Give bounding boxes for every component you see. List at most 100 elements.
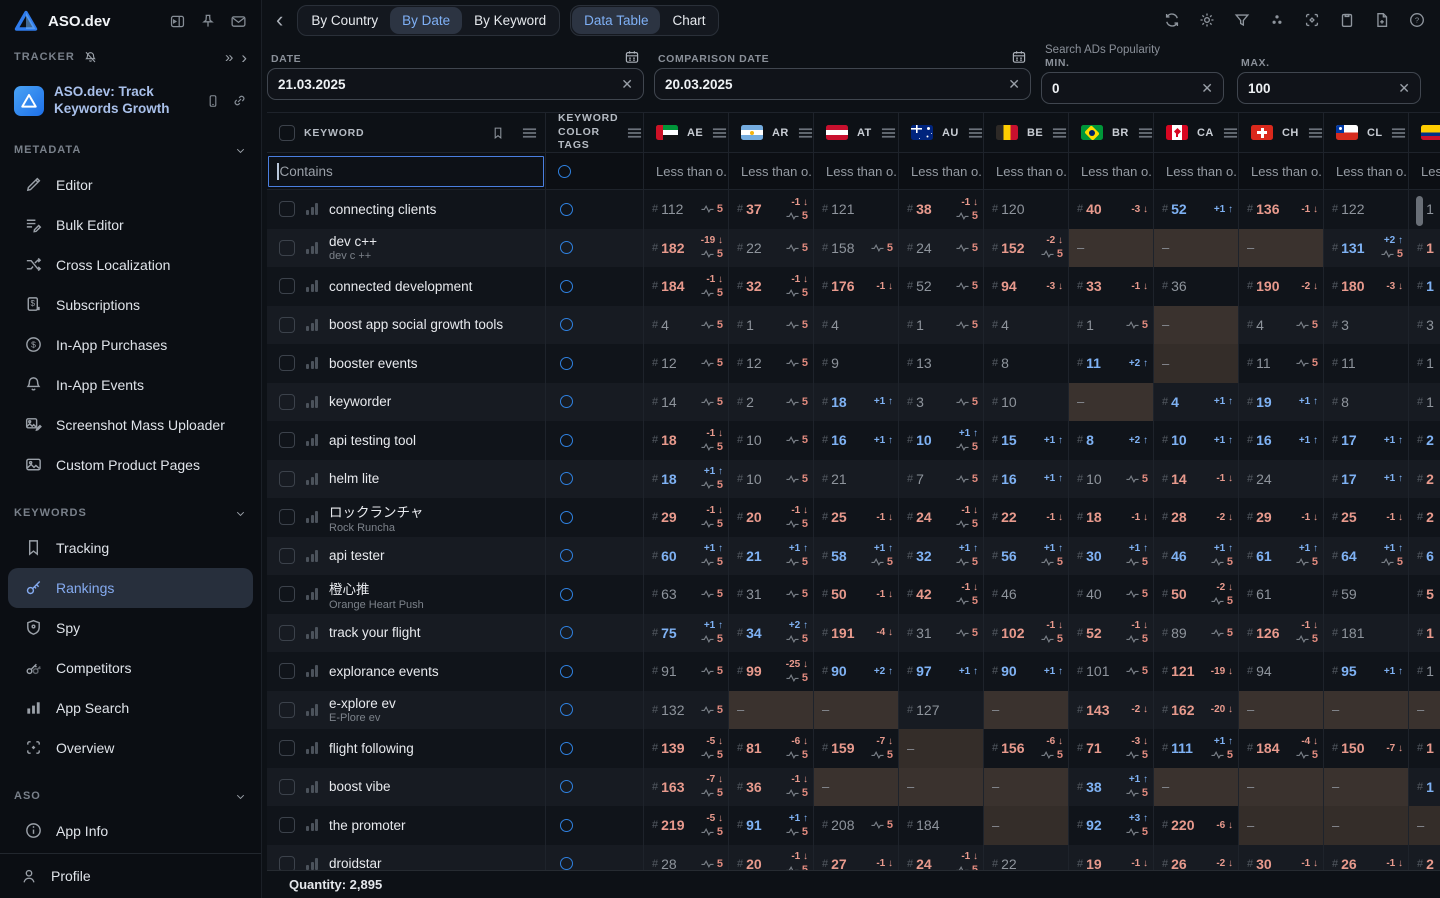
rank-cell-at[interactable]: #16+1 ↑ (814, 421, 899, 460)
rank-cell-ca[interactable]: #50-2 ↓5 (1154, 575, 1239, 614)
color-tag-circle[interactable] (560, 780, 573, 793)
rank-cell-ar[interactable]: #91+1 ↑5 (729, 806, 814, 845)
rank-cell-ar[interactable]: #25 (729, 383, 814, 422)
row-checkbox[interactable] (279, 625, 295, 641)
collapse-sidebar-icon[interactable] (169, 13, 186, 30)
sap-max-input[interactable]: 100 ✕ (1237, 72, 1421, 104)
rank-cell-ae[interactable]: #915 (644, 652, 729, 691)
rank-cell-br[interactable]: #40-3 ↓ (1069, 190, 1154, 229)
row-checkbox[interactable] (279, 548, 295, 564)
date-input[interactable]: 21.03.2025 ✕ (267, 68, 644, 100)
keyword-cell[interactable]: boost vibe (267, 768, 546, 807)
color-tag-cell[interactable] (546, 845, 644, 871)
keyword-cell[interactable]: e-xplore evE-Plore ev (267, 691, 546, 730)
color-tag-circle[interactable] (560, 703, 573, 716)
column-menu-icon[interactable] (1138, 127, 1153, 139)
color-tag-circle[interactable] (560, 472, 573, 485)
sidebar-item-in-app-events[interactable]: In-App Events (0, 365, 261, 405)
rank-cell-ch[interactable]: #115 (1239, 344, 1324, 383)
rank-cell-ca[interactable]: #52+1 ↑ (1154, 190, 1239, 229)
rank-cell-at[interactable]: #191-4 ↓ (814, 614, 899, 653)
rank-cell-co[interactable]: #2 (1409, 460, 1440, 499)
clear-comparison-date-icon[interactable]: ✕ (1002, 76, 1020, 93)
country-filter-dropdown-au[interactable]: Less than o... (899, 153, 984, 189)
rank-cell-ca[interactable]: #111+1 ↑5 (1154, 729, 1239, 768)
tab-by-country[interactable]: By Country (299, 7, 390, 34)
rank-cell-ar[interactable]: – (729, 691, 814, 730)
rank-cell-cl[interactable]: #17+1 ↑ (1324, 421, 1409, 460)
rank-cell-ar[interactable]: #21+1 ↑5 (729, 537, 814, 576)
row-checkbox[interactable] (279, 586, 295, 602)
rank-cell-ae[interactable]: #1325 (644, 691, 729, 730)
rank-cell-br[interactable]: #1015 (1069, 652, 1154, 691)
keyword-chart-icon[interactable] (306, 396, 318, 408)
color-tag-circle[interactable] (560, 549, 573, 562)
rank-cell-cl[interactable]: – (1324, 806, 1409, 845)
rank-cell-co[interactable]: #2 (1409, 421, 1440, 460)
rank-cell-cl[interactable]: – (1324, 768, 1409, 807)
country-filter-dropdown-ch[interactable]: Less than o... (1239, 153, 1324, 189)
keyword-chart-icon[interactable] (306, 781, 318, 793)
rank-cell-be[interactable]: – (984, 691, 1069, 730)
rank-cell-ar[interactable]: #125 (729, 344, 814, 383)
color-tag-cell[interactable] (546, 344, 644, 383)
row-checkbox[interactable] (279, 201, 295, 217)
color-tag-cell[interactable] (546, 729, 644, 768)
rank-cell-ca[interactable]: – (1154, 344, 1239, 383)
rank-cell-ar[interactable]: #225 (729, 229, 814, 268)
rank-cell-ae[interactable]: #18-1 ↓5 (644, 421, 729, 460)
rank-cell-be[interactable]: #10 (984, 383, 1069, 422)
rank-cell-ae[interactable]: #60+1 ↑5 (644, 537, 729, 576)
rank-cell-at[interactable]: #58+1 ↑5 (814, 537, 899, 576)
keyword-chart-icon[interactable] (306, 511, 318, 523)
color-tag-circle[interactable] (560, 626, 573, 639)
row-checkbox[interactable] (279, 394, 295, 410)
rank-cell-au[interactable]: #10+1 ↑5 (899, 421, 984, 460)
country-filter-dropdown-at[interactable]: Less than o... (814, 153, 899, 189)
keyword-cell[interactable]: api testing tool (267, 421, 546, 460)
rank-cell-ch[interactable]: #16+1 ↑ (1239, 421, 1324, 460)
sidebar-item-tracking[interactable]: Tracking (0, 528, 261, 568)
row-checkbox[interactable] (279, 779, 295, 795)
keyword-chart-icon[interactable] (306, 319, 318, 331)
rank-cell-at[interactable]: #176-1 ↓ (814, 267, 899, 306)
rank-cell-cl[interactable]: #8 (1324, 383, 1409, 422)
rank-cell-co[interactable]: #2 (1409, 498, 1440, 537)
color-tag-circle[interactable] (560, 588, 573, 601)
rank-cell-au[interactable]: #525 (899, 267, 984, 306)
rank-cell-ca[interactable]: #14-1 ↓ (1154, 460, 1239, 499)
sidebar-item-competitors[interactable]: Competitors (0, 648, 261, 688)
rank-cell-br[interactable]: #30+1 ↑5 (1069, 537, 1154, 576)
back-chevron[interactable]: ‹ (272, 9, 287, 31)
rank-cell-ar[interactable]: #37-1 ↓5 (729, 190, 814, 229)
rank-cell-ca[interactable]: #220-6 ↓ (1154, 806, 1239, 845)
keyword-cell[interactable]: helm lite (267, 460, 546, 499)
rank-cell-br[interactable]: – (1069, 383, 1154, 422)
rank-cell-br[interactable]: #71-3 ↓5 (1069, 729, 1154, 768)
rank-cell-ch[interactable]: #184-4 ↓5 (1239, 729, 1324, 768)
column-menu-icon[interactable] (627, 127, 642, 139)
keyword-chart-icon[interactable] (306, 858, 318, 870)
rank-cell-be[interactable]: #102-1 ↓5 (984, 614, 1069, 653)
row-checkbox[interactable] (279, 856, 295, 870)
rank-cell-ca[interactable]: #36 (1154, 267, 1239, 306)
rank-cell-co[interactable]: #1 (1409, 229, 1440, 268)
rank-cell-au[interactable]: – (899, 768, 984, 807)
chevron-down-icon[interactable] (234, 144, 247, 157)
rank-cell-au[interactable]: #42-1 ↓5 (899, 575, 984, 614)
scan-icon[interactable] (1303, 11, 1321, 29)
color-tag-circle[interactable] (560, 742, 573, 755)
clear-sap-min-icon[interactable]: ✕ (1195, 80, 1213, 97)
rank-cell-br[interactable]: #11+2 ↑ (1069, 344, 1154, 383)
rank-cell-ae[interactable]: #182-19 ↓5 (644, 229, 729, 268)
keyword-cell[interactable]: track your flight (267, 614, 546, 653)
keyword-cell[interactable]: the promoter (267, 806, 546, 845)
mail-icon[interactable] (230, 13, 247, 30)
rank-cell-at[interactable]: #18+1 ↑ (814, 383, 899, 422)
rank-cell-ch[interactable]: #136-1 ↓ (1239, 190, 1324, 229)
calendar-icon[interactable] (1011, 49, 1027, 65)
rank-cell-ca[interactable]: #10+1 ↑ (1154, 421, 1239, 460)
sap-min-input[interactable]: 0 ✕ (1041, 72, 1224, 104)
keyword-chart-icon[interactable] (306, 242, 318, 254)
rank-cell-ar[interactable]: #99-25 ↓5 (729, 652, 814, 691)
